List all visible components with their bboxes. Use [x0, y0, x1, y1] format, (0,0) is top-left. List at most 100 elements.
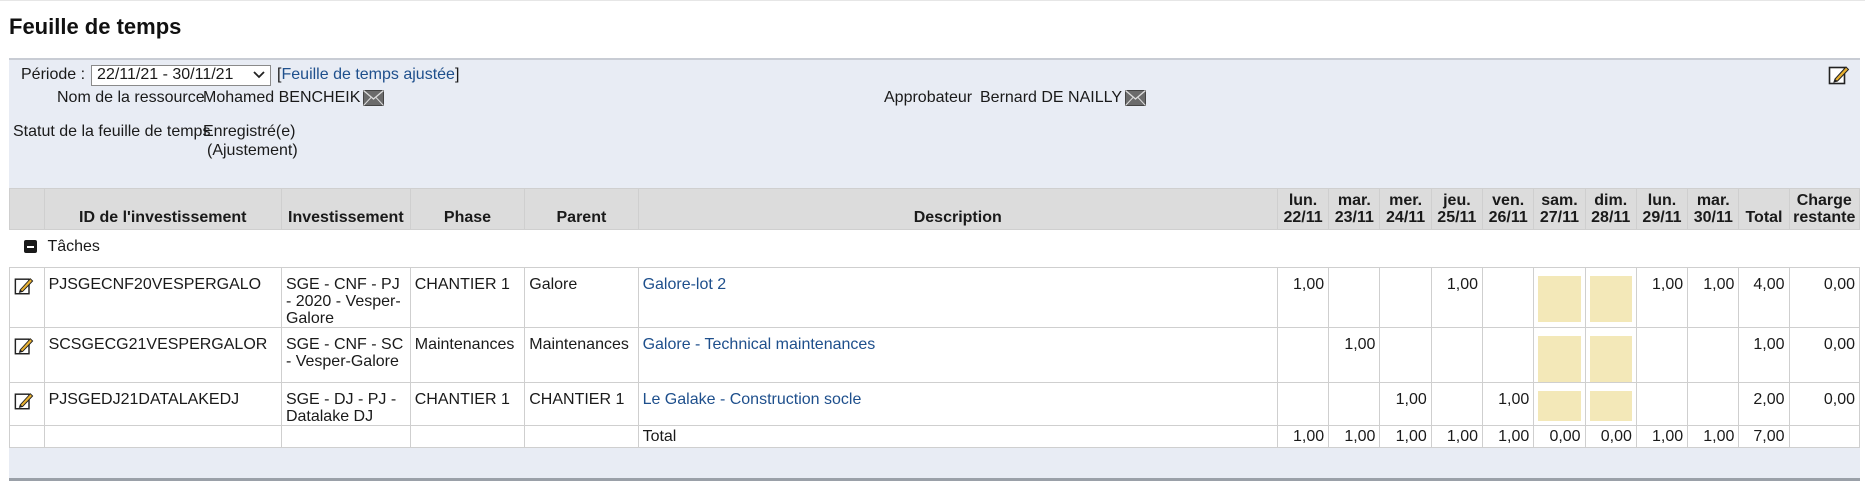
cell-investment: SGE - CNF - SC - Vesper-Galore: [280, 327, 411, 383]
cell-weekend: [1533, 327, 1586, 383]
description-link[interactable]: Galore - Technical maintenances: [643, 336, 876, 353]
cell-investment: SGE - DJ - PJ - Datalake DJ: [280, 382, 411, 426]
table-row: SCSGECG21VESPERGALOR SGE - CNF - SC - Ve…: [9, 327, 1861, 383]
description-link[interactable]: Le Galake - Construction socle: [643, 391, 862, 408]
cell-day[interactable]: 1,00: [1430, 267, 1484, 328]
envelope-icon[interactable]: [1125, 90, 1146, 111]
section-row-tasks: Tâches: [9, 229, 1860, 268]
edit-cell: [9, 327, 45, 383]
description-link[interactable]: Galore-lot 2: [643, 276, 727, 293]
col-header-total: Total: [1738, 188, 1790, 230]
cell-day[interactable]: 1,00: [1687, 267, 1740, 328]
bracket-close: ]: [454, 66, 460, 83]
edit-note-icon[interactable]: [14, 336, 34, 356]
cell-total: 4,00: [1738, 267, 1790, 328]
adjusted-timesheet-link[interactable]: Feuille de temps ajustée: [282, 66, 455, 84]
cell-weekend: [1584, 327, 1637, 383]
cell-weekend: [1533, 267, 1586, 328]
col-header-day: lun. 29/11: [1635, 188, 1689, 230]
edit-cell: [9, 382, 45, 426]
chevron-down-icon: [253, 68, 265, 82]
edit-note-icon[interactable]: [1828, 64, 1850, 86]
totals-empty-cell: [280, 425, 411, 448]
cell-id: SCSGECG21VESPERGALOR: [43, 327, 282, 383]
cell-remaining: 0,00: [1788, 267, 1861, 328]
cell-day[interactable]: 1,00: [1379, 382, 1432, 426]
cell-day[interactable]: 1,00: [1276, 267, 1330, 328]
cell-remaining: 0,00: [1788, 382, 1861, 426]
cell-day[interactable]: 1,00: [1635, 267, 1689, 328]
cell-description: Galore-lot 2: [637, 267, 1278, 328]
period-selected-value: 22/11/21 - 30/11/21: [97, 66, 234, 83]
page-title: Feuille de temps: [9, 14, 182, 39]
col-header-edit: [9, 188, 45, 230]
cell-day[interactable]: [1482, 327, 1535, 383]
cell-day[interactable]: [1430, 382, 1484, 426]
cell-weekend: [1533, 382, 1586, 426]
cell-day[interactable]: [1379, 327, 1432, 383]
resource-value-group: Mohamed BENCHEIK: [203, 89, 385, 111]
col-header-day: mar. 23/11: [1328, 188, 1381, 230]
cell-day[interactable]: [1328, 267, 1381, 328]
edit-note-icon[interactable]: [14, 391, 34, 411]
col-header-parent: Parent: [524, 188, 639, 230]
col-header-day: jeu. 25/11: [1430, 188, 1484, 230]
weekend-fill: [1538, 336, 1581, 382]
col-header-day: dim. 28/11: [1584, 188, 1637, 230]
cell-day[interactable]: [1482, 267, 1535, 328]
section-name: Tâches: [47, 238, 100, 255]
edit-note-icon[interactable]: [14, 276, 34, 296]
cell-parent: Maintenances: [524, 327, 639, 383]
envelope-icon[interactable]: [363, 90, 385, 111]
weekend-fill: [1589, 276, 1632, 322]
cell-day[interactable]: [1430, 327, 1484, 383]
total-day: 1,00: [1430, 425, 1484, 448]
approver-label: Approbateur: [884, 89, 973, 106]
totals-empty-cell: [9, 425, 45, 448]
cell-phase: CHANTIER 1: [409, 382, 526, 426]
cell-day[interactable]: [1379, 267, 1432, 328]
total-day: 1,00: [1276, 425, 1330, 448]
weekend-fill: [1589, 336, 1632, 382]
cell-total: 2,00: [1738, 382, 1790, 426]
totals-empty-cell: [43, 425, 282, 448]
cell-day[interactable]: [1635, 327, 1689, 383]
col-header-id: ID de l'investissement: [43, 188, 282, 230]
cell-day[interactable]: [1328, 382, 1381, 426]
cell-phase: CHANTIER 1: [409, 267, 526, 328]
col-header-phase: Phase: [409, 188, 526, 230]
period-row: Période : 22/11/21 - 30/11/21 [Feuille d…: [21, 64, 459, 86]
status-value-line1: Enregistré(e): [203, 123, 296, 140]
cell-day[interactable]: 1,00: [1482, 382, 1535, 426]
period-select[interactable]: 22/11/21 - 30/11/21: [91, 64, 272, 86]
cell-total: 1,00: [1738, 327, 1790, 383]
timesheet-panel: Période : 22/11/21 - 30/11/21 [Feuille d…: [9, 58, 1861, 480]
cell-id: PJSGEDJ21DATALAKEDJ: [43, 382, 282, 426]
period-label: Période :: [21, 66, 86, 83]
table-header-row: ID de l'investissement Investissement Ph…: [9, 188, 1861, 230]
table-row: PJSGEDJ21DATALAKEDJ SGE - DJ - PJ - Data…: [9, 382, 1861, 426]
cell-day[interactable]: [1276, 327, 1330, 383]
weekend-fill: [1589, 391, 1632, 421]
cell-parent: CHANTIER 1: [524, 382, 639, 426]
minus-square-icon[interactable]: [24, 240, 37, 253]
total-day: 0,00: [1533, 425, 1586, 448]
totals-row: Total 1,00 1,00 1,00 1,00 1,00 0,00 0,00…: [9, 425, 1861, 448]
cell-remaining: 0,00: [1788, 327, 1861, 383]
cell-weekend: [1584, 267, 1637, 328]
weekend-fill: [1538, 276, 1581, 322]
col-header-day: ven. 26/11: [1482, 188, 1535, 230]
cell-day[interactable]: [1276, 382, 1330, 426]
grand-total: 7,00: [1738, 425, 1790, 448]
status-label: Statut de la feuille de temps: [13, 123, 211, 140]
cell-phase: Maintenances: [409, 327, 526, 383]
cell-day[interactable]: [1635, 382, 1689, 426]
cell-day[interactable]: [1687, 382, 1740, 426]
col-header-description: Description: [637, 188, 1278, 230]
cell-description: Le Galake - Construction socle: [637, 382, 1278, 426]
col-header-remaining: Charge restante: [1788, 188, 1861, 230]
total-day: 0,00: [1584, 425, 1637, 448]
cell-day[interactable]: 1,00: [1328, 327, 1381, 383]
cell-day[interactable]: [1687, 327, 1740, 383]
total-day: 1,00: [1328, 425, 1381, 448]
